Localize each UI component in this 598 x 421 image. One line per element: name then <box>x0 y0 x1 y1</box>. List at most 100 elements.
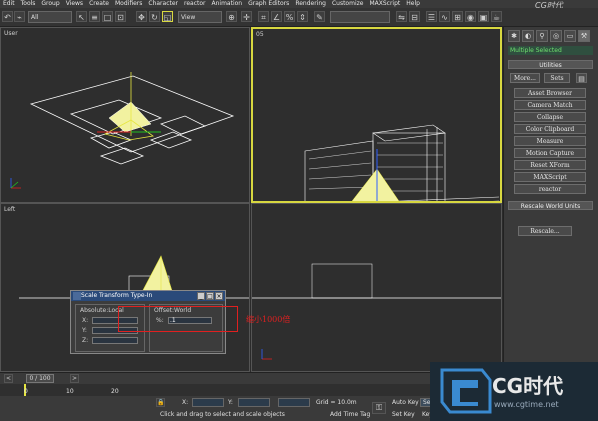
x-label: X: <box>182 399 189 406</box>
camera-viewport-scene <box>304 124 500 201</box>
time-slider-thumb[interactable]: 0 / 100 <box>26 374 54 383</box>
selection-filter-dropdown[interactable]: All <box>28 11 72 23</box>
viewport-camera[interactable]: 05 <box>251 27 502 203</box>
selection-name-field[interactable]: Multiple Selected <box>508 46 593 55</box>
menu-edit[interactable]: Edit <box>0 0 18 8</box>
window-crossing-icon[interactable]: ⊡ <box>115 11 126 22</box>
hierarchy-tab-icon[interactable]: ⚲ <box>536 30 548 42</box>
utility-collapse[interactable]: Collapse <box>514 112 586 122</box>
utility-reactor[interactable]: reactor <box>514 184 586 194</box>
select-by-name-icon[interactable]: ≡ <box>89 11 100 22</box>
rescale-button[interactable]: Rescale... <box>518 226 572 236</box>
minimize-icon[interactable]: _ <box>197 292 205 300</box>
pivot-center-icon[interactable]: ⊕ <box>226 11 237 22</box>
track-bar[interactable]: 0 10 20 <box>0 384 430 396</box>
named-selection-sets-dropdown[interactable] <box>330 11 390 23</box>
layer-manager-icon[interactable]: ☰ <box>426 11 437 22</box>
logo-brand: CG时代 <box>492 374 564 398</box>
rescale-rollout[interactable]: Rescale World Units <box>508 201 593 210</box>
key-icon[interactable]: ⚿ <box>372 402 386 414</box>
annotation-text: 缩小1000倍 <box>246 315 291 324</box>
spinner-snap-icon[interactable]: ⇕ <box>297 11 308 22</box>
menu-create[interactable]: Create <box>86 0 112 8</box>
display-tab-icon[interactable]: ▭ <box>564 30 576 42</box>
close-icon[interactable]: × <box>215 292 223 300</box>
configure-sets-icon[interactable]: ▤ <box>576 73 587 83</box>
menu-bar: Edit Tools Group Views Create Modifiers … <box>0 0 598 8</box>
abs-z-field[interactable] <box>92 337 138 344</box>
utility-camera-match[interactable]: Camera Match <box>514 100 586 110</box>
menu-modifiers[interactable]: Modifiers <box>112 0 145 8</box>
menu-tools[interactable]: Tools <box>18 0 39 8</box>
angle-snap-icon[interactable]: ∠ <box>271 11 282 22</box>
y-label: Y: <box>228 399 233 406</box>
menu-views[interactable]: Views <box>63 0 86 8</box>
menu-rendering[interactable]: Rendering <box>292 0 329 8</box>
logo-url: www.cgtime.net <box>494 400 559 409</box>
utility-motion-capture[interactable]: Motion Capture <box>514 148 586 158</box>
prompt-line: Click and drag to select and scale objec… <box>160 411 285 418</box>
schematic-view-icon[interactable]: ⊞ <box>452 11 463 22</box>
link-icon[interactable]: ⌁ <box>14 11 25 22</box>
utility-maxscript[interactable]: MAXScript <box>514 172 586 182</box>
create-tab-icon[interactable]: ✱ <box>508 30 520 42</box>
select-manipulate-icon[interactable]: ✛ <box>241 11 252 22</box>
viewport-user[interactable]: User <box>0 27 250 203</box>
move-icon[interactable]: ✥ <box>136 11 147 22</box>
tick-10: 10 <box>66 388 74 395</box>
sets-button[interactable]: Sets <box>544 73 570 83</box>
more-button[interactable]: More... <box>510 73 540 83</box>
menu-character[interactable]: Character <box>145 0 181 8</box>
utility-color-clipboard[interactable]: Color Clipboard <box>514 124 586 134</box>
curve-editor-icon[interactable]: ∿ <box>439 11 450 22</box>
render-setup-icon[interactable]: ▣ <box>478 11 489 22</box>
cg-logo-mark-icon <box>440 368 492 414</box>
lock-selection-icon[interactable]: 🔒 <box>156 398 165 407</box>
snap-toggle-icon[interactable]: ⌗ <box>258 11 269 22</box>
user-viewport-scene <box>10 72 235 189</box>
select-object-icon[interactable]: ↖ <box>76 11 87 22</box>
utility-measure[interactable]: Measure <box>514 136 586 146</box>
slider-next-icon[interactable]: > <box>70 374 79 383</box>
slider-prev-icon[interactable]: < <box>4 374 13 383</box>
maximize-icon[interactable]: □ <box>206 292 214 300</box>
y-coordinate-field[interactable] <box>238 398 270 407</box>
undo-icon[interactable]: ↶ <box>2 11 13 22</box>
quick-render-icon[interactable]: ☕ <box>491 11 502 22</box>
menu-customize[interactable]: Customize <box>329 0 367 8</box>
named-selection-icon[interactable]: ✎ <box>314 11 325 22</box>
z-coordinate-field[interactable] <box>278 398 310 407</box>
main-toolbar: ↶ ⌁ All ↖ ≡ □ ⊡ ✥ ↻ ◱ View ⊕ ✛ ⌗ ∠ % ⇕ ✎… <box>0 8 598 27</box>
rotate-icon[interactable]: ↻ <box>149 11 160 22</box>
align-icon[interactable]: ⊟ <box>409 11 420 22</box>
motion-tab-icon[interactable]: ◎ <box>550 30 562 42</box>
set-key-button[interactable]: Set Key <box>392 411 415 418</box>
scale-icon[interactable]: ◱ <box>162 11 173 22</box>
rect-selection-icon[interactable]: □ <box>102 11 113 22</box>
modify-tab-icon[interactable]: ◐ <box>522 30 534 42</box>
material-editor-icon[interactable]: ◉ <box>465 11 476 22</box>
menu-maxscript[interactable]: MAXScript <box>366 0 403 8</box>
x-coordinate-field[interactable] <box>192 398 224 407</box>
mirror-icon[interactable]: ⇋ <box>396 11 407 22</box>
utilities-tab-icon[interactable]: ⚒ <box>578 30 590 42</box>
menu-reactor[interactable]: reactor <box>181 0 209 8</box>
menu-animation[interactable]: Animation <box>209 0 246 8</box>
menu-help[interactable]: Help <box>403 0 423 8</box>
command-panel: ✱ ◐ ⚲ ◎ ▭ ⚒ Multiple Selected Utilities … <box>503 27 598 372</box>
utility-asset-browser[interactable]: Asset Browser <box>514 88 586 98</box>
tick-0: 0 <box>24 388 28 395</box>
reference-coordinate-dropdown[interactable]: View <box>178 11 222 23</box>
percent-snap-icon[interactable]: % <box>284 11 295 22</box>
add-time-tag[interactable]: Add Time Tag <box>330 411 370 418</box>
utilities-rollout[interactable]: Utilities <box>508 60 593 69</box>
viewport-perspective[interactable] <box>251 203 502 372</box>
abs-z-label: Z: <box>82 337 89 344</box>
menu-group[interactable]: Group <box>38 0 62 8</box>
grid-readout: Grid = 10.0m <box>316 399 357 406</box>
auto-key-button[interactable]: Auto Key <box>392 399 419 406</box>
menu-graph-editors[interactable]: Graph Editors <box>245 0 292 8</box>
abs-x-label: X: <box>82 317 89 324</box>
utility-reset-xform[interactable]: Reset XForm <box>514 160 586 170</box>
cg-time-logo: CG时代 www.cgtime.net <box>430 362 598 421</box>
